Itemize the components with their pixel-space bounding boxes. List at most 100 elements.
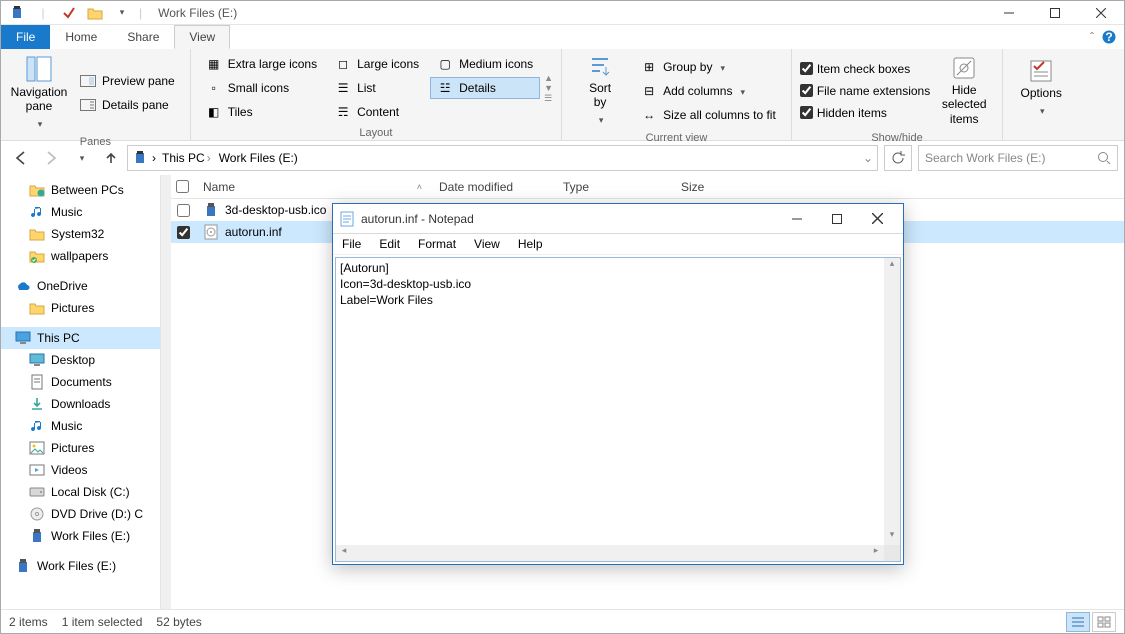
dvd-icon bbox=[29, 506, 45, 522]
crumb-this-pc[interactable]: This PC› bbox=[160, 151, 213, 165]
notepad-maximize-button[interactable] bbox=[817, 205, 857, 233]
status-item-count: 2 items bbox=[9, 615, 48, 629]
disk-icon bbox=[29, 484, 45, 500]
music-icon bbox=[29, 418, 45, 434]
hide-selected-button[interactable]: Hide selected items bbox=[934, 53, 994, 128]
tree-item[interactable]: Pictures bbox=[1, 297, 160, 319]
back-button[interactable] bbox=[7, 144, 35, 172]
new-folder-icon[interactable] bbox=[83, 2, 107, 24]
notepad-minimize-button[interactable] bbox=[777, 205, 817, 233]
help-icon[interactable]: ? bbox=[1102, 30, 1116, 44]
tab-home[interactable]: Home bbox=[50, 25, 112, 49]
tab-view[interactable]: View bbox=[174, 25, 230, 49]
tree-item[interactable]: Music bbox=[1, 415, 160, 437]
maximize-button[interactable] bbox=[1032, 1, 1078, 25]
close-button[interactable] bbox=[1078, 1, 1124, 25]
layout-small[interactable]: ▫Small icons bbox=[199, 77, 324, 99]
refresh-button[interactable] bbox=[884, 145, 912, 171]
notepad-menu-view[interactable]: View bbox=[465, 237, 509, 251]
hide-items-icon bbox=[951, 55, 977, 81]
minimize-button[interactable] bbox=[986, 1, 1032, 25]
layout-list[interactable]: ☰List bbox=[328, 77, 426, 99]
tree-item[interactable]: Between PCs bbox=[1, 179, 160, 201]
tab-share[interactable]: Share bbox=[112, 25, 174, 49]
options-button[interactable]: Options bbox=[1011, 56, 1071, 119]
layout-large[interactable]: ◻Large icons bbox=[328, 53, 426, 75]
header-checkbox[interactable] bbox=[171, 180, 195, 193]
tree-item[interactable]: Work Files (E:) bbox=[1, 525, 160, 547]
tree-item[interactable]: Downloads bbox=[1, 393, 160, 415]
layout-more[interactable]: ☰ bbox=[544, 93, 553, 104]
tree-item-label: This PC bbox=[37, 331, 80, 345]
layout-details[interactable]: ☳Details bbox=[430, 77, 540, 99]
list-icon: ☰ bbox=[335, 80, 351, 96]
tree-item[interactable]: Music bbox=[1, 201, 160, 223]
qat-customize-icon[interactable] bbox=[109, 2, 133, 24]
tree-item[interactable]: System32 bbox=[1, 223, 160, 245]
header-size[interactable]: Size bbox=[673, 180, 753, 194]
collapse-ribbon-icon[interactable]: ˆ bbox=[1090, 30, 1094, 44]
view-details-button[interactable] bbox=[1066, 612, 1090, 632]
details-pane-button[interactable]: Details pane bbox=[73, 94, 182, 116]
navigation-pane-button[interactable]: Navigation pane bbox=[9, 53, 69, 132]
layout-medium[interactable]: ▢Medium icons bbox=[430, 53, 540, 75]
row-checkbox[interactable] bbox=[177, 204, 190, 217]
size-columns-button[interactable]: ↔Size all columns to fit bbox=[634, 104, 783, 126]
tree-item-label: Pictures bbox=[51, 441, 94, 455]
tab-file[interactable]: File bbox=[1, 25, 50, 49]
tree-item[interactable]: wallpapers bbox=[1, 245, 160, 267]
preview-pane-button[interactable]: Preview pane bbox=[73, 70, 182, 92]
notepad-vscrollbar[interactable]: ▴▾ bbox=[884, 258, 900, 545]
crumb-sep[interactable]: › bbox=[152, 151, 156, 165]
tree-scrollbar[interactable] bbox=[161, 175, 171, 609]
notepad-title-bar[interactable]: autorun.inf - Notepad bbox=[333, 204, 903, 234]
notepad-text-area[interactable]: [Autorun] Icon=3d-desktop-usb.ico Label=… bbox=[335, 257, 901, 562]
notepad-close-button[interactable] bbox=[857, 205, 897, 233]
tree-item[interactable]: Pictures bbox=[1, 437, 160, 459]
navigation-tree[interactable]: Between PCsMusicSystem32wallpapersOneDri… bbox=[1, 175, 161, 609]
tree-item[interactable]: Work Files (E:) bbox=[1, 555, 160, 577]
sort-by-button[interactable]: Sort by bbox=[570, 53, 630, 128]
tree-item[interactable]: DVD Drive (D:) C bbox=[1, 503, 160, 525]
tree-item[interactable]: Documents bbox=[1, 371, 160, 393]
notepad-menu-edit[interactable]: Edit bbox=[370, 237, 409, 251]
notepad-hscrollbar[interactable]: ◂▸ bbox=[336, 545, 900, 561]
tree-item-label: Between PCs bbox=[51, 183, 124, 197]
notepad-menu-file[interactable]: File bbox=[333, 237, 370, 251]
notepad-menu-help[interactable]: Help bbox=[509, 237, 552, 251]
layout-scroll-up[interactable]: ▲ bbox=[544, 73, 553, 83]
item-check-boxes-toggle[interactable]: Item check boxes bbox=[800, 59, 930, 79]
recent-locations-button[interactable] bbox=[67, 144, 95, 172]
tree-item[interactable]: Local Disk (C:) bbox=[1, 481, 160, 503]
address-dropdown-icon[interactable]: ⌄ bbox=[863, 151, 873, 165]
tree-item[interactable]: Desktop bbox=[1, 349, 160, 371]
search-box[interactable]: Search Work Files (E:) bbox=[918, 145, 1118, 171]
add-columns-button[interactable]: ⊟Add columns bbox=[634, 80, 783, 102]
address-bar[interactable]: › This PC› Work Files (E:) ⌄ bbox=[127, 145, 878, 171]
notepad-menu-format[interactable]: Format bbox=[409, 237, 465, 251]
row-checkbox[interactable] bbox=[177, 226, 190, 239]
header-type[interactable]: Type bbox=[555, 180, 673, 194]
tree-item[interactable]: OneDrive bbox=[1, 275, 160, 297]
tree-item-label: Work Files (E:) bbox=[37, 559, 116, 573]
hidden-items-toggle[interactable]: Hidden items bbox=[800, 103, 930, 123]
up-button[interactable] bbox=[97, 144, 125, 172]
crumb-work-files[interactable]: Work Files (E:) bbox=[217, 151, 300, 165]
forward-button[interactable] bbox=[37, 144, 65, 172]
header-name[interactable]: Name˄ bbox=[195, 180, 431, 194]
layout-content[interactable]: ☴Content bbox=[328, 101, 426, 123]
qat-divider: | bbox=[31, 2, 55, 24]
layout-scroll-down[interactable]: ▼ bbox=[544, 83, 553, 93]
tree-item-label: Pictures bbox=[51, 301, 94, 315]
usb-icon[interactable] bbox=[5, 2, 29, 24]
tree-item[interactable]: Videos bbox=[1, 459, 160, 481]
tree-item[interactable]: This PC bbox=[1, 327, 160, 349]
resize-grip-icon[interactable] bbox=[884, 545, 900, 561]
layout-extra-large[interactable]: ▦Extra large icons bbox=[199, 53, 324, 75]
header-date[interactable]: Date modified bbox=[431, 180, 555, 194]
layout-tiles[interactable]: ◧Tiles bbox=[199, 101, 324, 123]
properties-icon[interactable] bbox=[57, 2, 81, 24]
file-extensions-toggle[interactable]: File name extensions bbox=[800, 81, 930, 101]
group-by-button[interactable]: ⊞Group by bbox=[634, 56, 783, 78]
view-large-icons-button[interactable] bbox=[1092, 612, 1116, 632]
